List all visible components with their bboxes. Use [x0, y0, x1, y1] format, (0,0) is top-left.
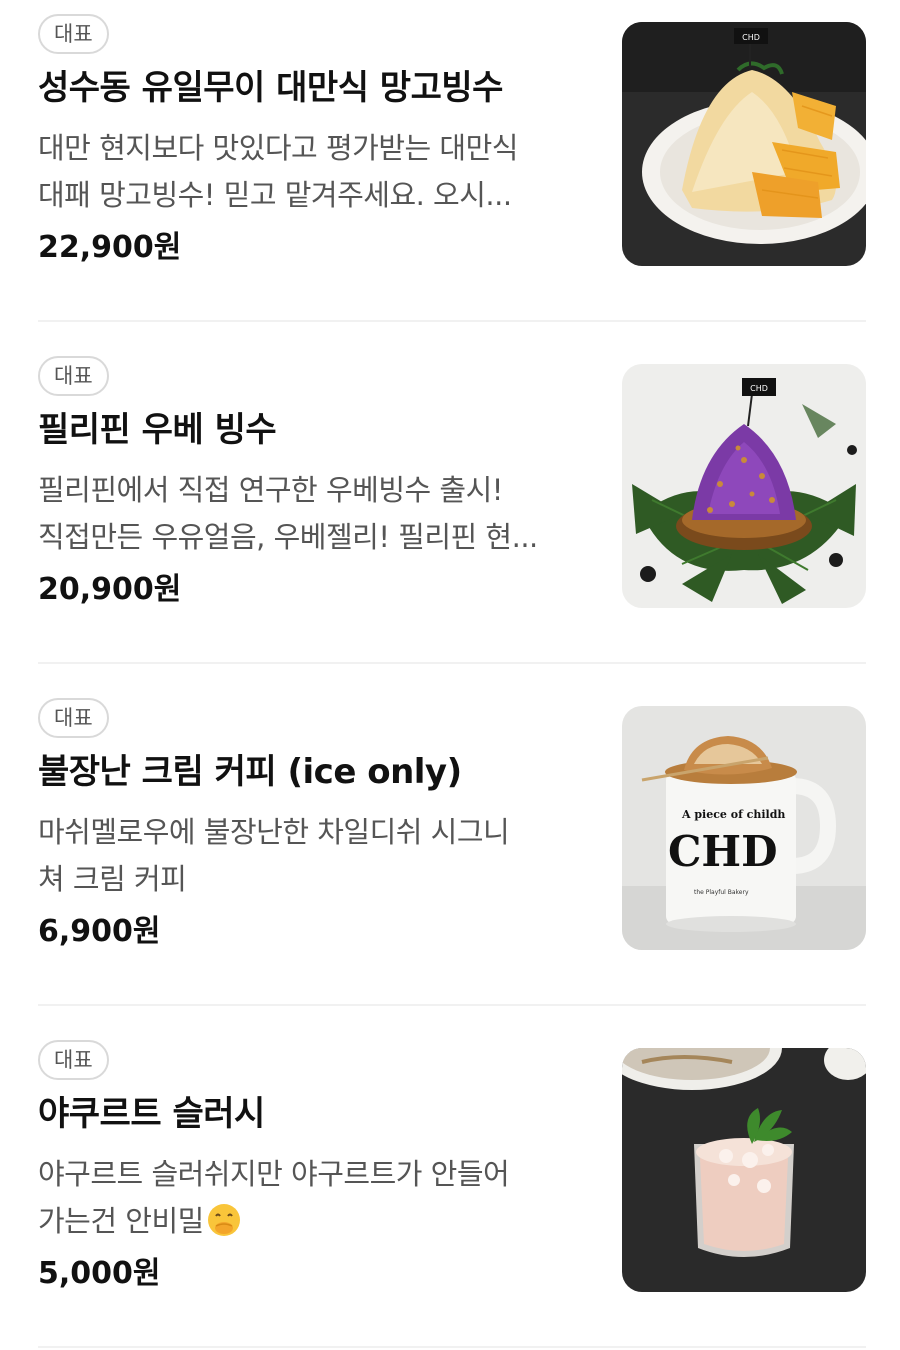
menu-item-description: 마쉬멜로우에 불장난한 차일디쉬 시그니 쳐 크림 커피	[38, 809, 593, 905]
mug-logo: CHD	[668, 827, 778, 876]
menu-item-title: 성수동 유일무이 대만식 망고빙수	[38, 68, 503, 108]
mug-tagline: A piece of childh	[681, 808, 785, 821]
cream-coffee-photo[interactable]: A piece of childh CHD the Playful Bakery	[622, 706, 866, 950]
description-line: 필리핀에서 직접 연구한 우베빙수 출시!	[38, 473, 503, 507]
featured-badge: 대표	[38, 698, 109, 738]
description-line-text: 가는건 안비밀	[38, 1204, 204, 1238]
yakult-slush-photo[interactable]	[622, 1048, 866, 1292]
description-line: 직접만든 우유얼음, 우베젤리! 필리핀 현...	[38, 520, 538, 554]
mango-bingsu-photo[interactable]: CHD	[622, 22, 866, 266]
featured-badge: 대표	[38, 1040, 109, 1080]
description-line: 대만 현지보다 맛있다고 평가받는 대만식	[38, 131, 518, 165]
menu-item-title: 야쿠르트 슬러시	[38, 1094, 265, 1134]
divider	[38, 1346, 866, 1348]
menu-item-title: 불장난 크림 커피 (ice only)	[38, 752, 462, 792]
yakult-slush-image	[622, 1048, 866, 1292]
menu-item-ube-bingsu[interactable]: 대표 필리핀 우베 빙수 필리핀에서 직접 연구한 우베빙수 출시! 직접만든 …	[38, 322, 866, 664]
featured-badge: 대표	[38, 356, 109, 396]
description-line: 대패 망고빙수! 믿고 맡겨주세요. 오시...	[38, 178, 512, 212]
menu-item-cream-coffee[interactable]: 대표 불장난 크림 커피 (ice only) 마쉬멜로우에 불장난한 차일디쉬…	[38, 664, 866, 1006]
featured-badge: 대표	[38, 14, 109, 54]
description-line: 가는건 안비밀	[38, 1198, 593, 1245]
menu-item-description: 대만 현지보다 맛있다고 평가받는 대만식 대패 망고빙수! 믿고 맡겨주세요.…	[38, 125, 593, 221]
ube-bingsu-photo[interactable]: CHD	[622, 364, 866, 608]
menu-item-price: 6,900원	[38, 914, 161, 949]
flag-label: CHD	[750, 384, 768, 393]
menu-item-price: 22,900원	[38, 230, 182, 265]
mango-bingsu-image: CHD	[622, 22, 866, 266]
menu-item-title: 필리핀 우베 빙수	[38, 410, 277, 450]
description-line: 마쉬멜로우에 불장난한 차일디쉬 시그니	[38, 815, 510, 849]
menu-item-mango-bingsu[interactable]: 대표 성수동 유일무이 대만식 망고빙수 대만 현지보다 맛있다고 평가받는 대…	[38, 0, 866, 322]
description-line: 쳐 크림 커피	[38, 862, 187, 896]
ube-bingsu-image: CHD	[622, 364, 866, 608]
face-with-hand-over-mouth-icon	[207, 1204, 240, 1236]
menu-item-price: 20,900원	[38, 572, 182, 607]
menu-item-description: 필리핀에서 직접 연구한 우베빙수 출시! 직접만든 우유얼음, 우베젤리! 필…	[38, 467, 593, 563]
menu-item-price: 5,000원	[38, 1256, 161, 1291]
flag-label: CHD	[742, 33, 760, 42]
menu-item-description: 야구르트 슬러쉬지만 야구르트가 안들어 가는건 안비밀	[38, 1151, 593, 1247]
mug-subtext: the Playful Bakery	[694, 889, 749, 896]
description-line: 야구르트 슬러쉬지만 야구르트가 안들어	[38, 1157, 510, 1191]
cream-coffee-image: A piece of childh CHD the Playful Bakery	[622, 706, 866, 950]
menu-item-yakult-slush[interactable]: 대표 야쿠르트 슬러시 야구르트 슬러쉬지만 야구르트가 안들어 가는건 안비밀…	[38, 1006, 866, 1348]
